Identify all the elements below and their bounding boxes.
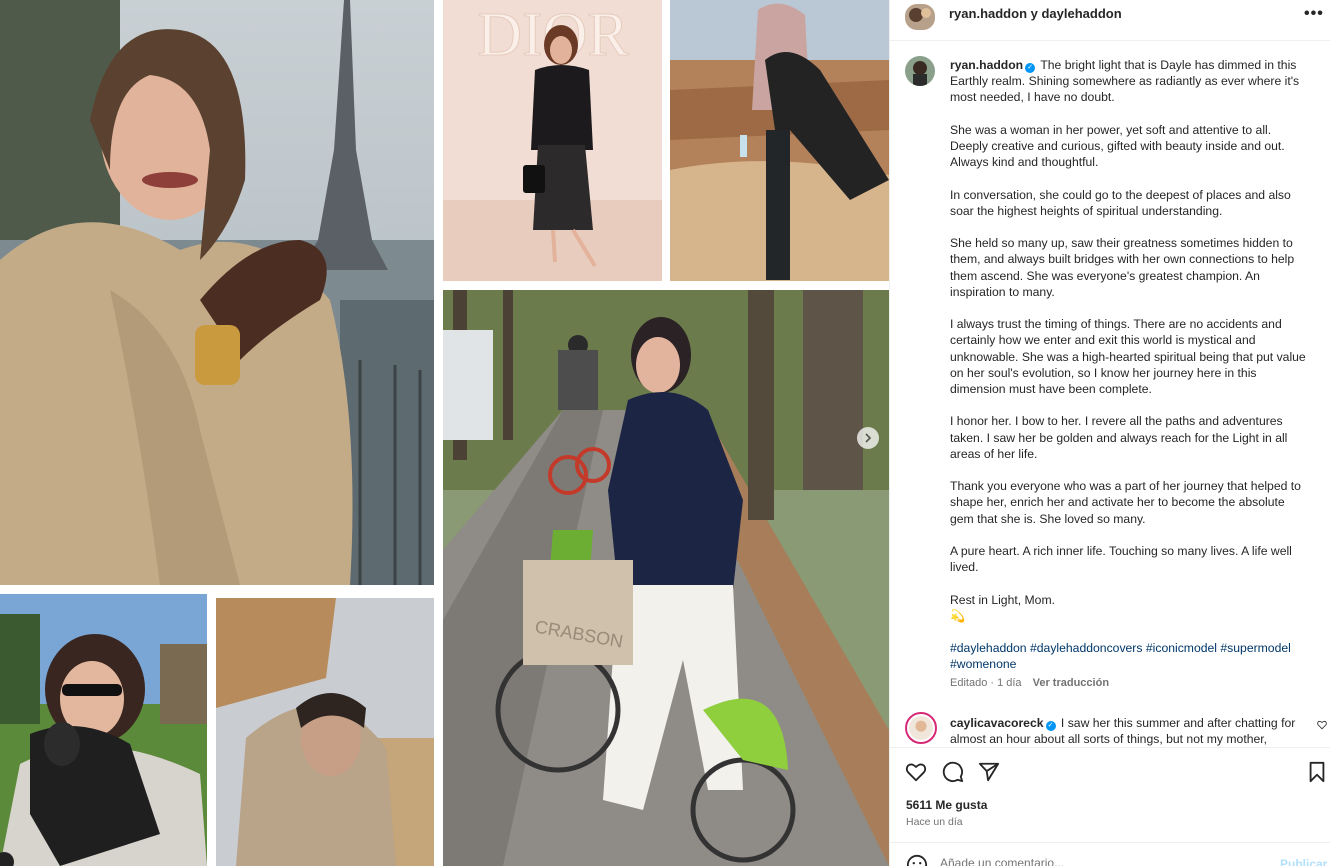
- more-options-icon[interactable]: •••: [1304, 5, 1324, 23]
- post-side-panel: ryan.haddon y daylehaddon ••• ryan.haddo…: [889, 0, 1330, 866]
- post-header: ryan.haddon y daylehaddon •••: [890, 0, 1330, 41]
- edited-timestamp: Editado · 1 día: [950, 677, 1022, 689]
- translate-link[interactable]: Ver traducción: [1033, 677, 1109, 689]
- verified-badge-icon: ✓: [1045, 721, 1056, 731]
- caption-avatar[interactable]: [905, 56, 935, 86]
- photo-desert-cliff: [670, 0, 889, 281]
- caption-meta: Editado · 1 día Ver traducción: [950, 677, 1109, 689]
- comment-username[interactable]: caylicavacoreck: [950, 716, 1044, 730]
- hashtag-link[interactable]: #supermodel: [1220, 641, 1290, 655]
- carousel-next-button[interactable]: [857, 427, 879, 449]
- comment-text: caylicavacoreck ✓ I saw her this summer a…: [950, 715, 1300, 747]
- publish-button[interactable]: Publicar: [1280, 857, 1327, 866]
- chevron-right-icon: [865, 433, 872, 443]
- hashtag-link[interactable]: #iconicmodel: [1146, 641, 1217, 655]
- emoji-smiley-icon[interactable]: [906, 854, 928, 866]
- save-bookmark-icon[interactable]: [1306, 761, 1328, 783]
- post-caption: ryan.haddon ✓ The bright light that is Da…: [890, 41, 1330, 703]
- caption-paragraph: Thank you everyone who was a part of her…: [950, 479, 1301, 526]
- comment-bubble-icon[interactable]: [942, 761, 964, 783]
- likes-count[interactable]: 5611 Me gusta: [906, 798, 987, 812]
- comment-like-heart-icon[interactable]: [1317, 720, 1327, 730]
- caption-paragraph: In conversation, she could go to the dee…: [950, 187, 1291, 218]
- photo-goat-portrait: [0, 594, 207, 866]
- header-avatar[interactable]: [905, 4, 935, 30]
- hashtag-link[interactable]: #daylehaddon: [950, 641, 1027, 655]
- post-actions-bar: [890, 747, 1330, 797]
- comment-avatar[interactable]: [905, 712, 937, 744]
- add-comment-input[interactable]: [940, 856, 1240, 866]
- sparkle-emoji: 💫: [950, 608, 966, 623]
- photo-bike-ride: CRABSON: [443, 290, 889, 866]
- instagram-post-viewer: DIOR: [0, 0, 1330, 866]
- photo-dior-event: DIOR: [443, 0, 662, 281]
- share-send-icon[interactable]: [978, 761, 1000, 783]
- caption-paragraph: She was a woman in her power, yet soft a…: [950, 122, 1285, 170]
- caption-paragraph: She held so many up, saw their greatness…: [950, 236, 1295, 299]
- photo-eiffel-tower-portrait: [0, 0, 434, 585]
- like-heart-icon[interactable]: [905, 761, 927, 783]
- hashtag-link[interactable]: #womenone: [950, 657, 1016, 671]
- post-timestamp: Hace un día: [906, 816, 963, 828]
- photo-sphinx-portrait: [216, 598, 434, 866]
- caption-paragraph: I always trust the timing of things. The…: [950, 317, 1306, 396]
- verified-badge-icon: ✓: [1025, 63, 1036, 73]
- comment-item: caylicavacoreck ✓ I saw her this summer a…: [890, 703, 1330, 747]
- hashtag-list: #daylehaddon #daylehaddoncovers #iconicm…: [950, 640, 1310, 672]
- add-comment-bar: Publicar: [890, 842, 1330, 866]
- caption-text: ryan.haddon ✓ The bright light that is Da…: [950, 57, 1310, 673]
- post-media-collage[interactable]: DIOR: [0, 0, 889, 866]
- caption-paragraph: Rest in Light, Mom.: [950, 592, 1055, 607]
- caption-paragraph: I honor her. I bow to her. I revere all …: [950, 414, 1288, 461]
- caption-username[interactable]: ryan.haddon: [950, 58, 1023, 72]
- caption-paragraph: ryan.haddon ✓ The bright light that is Da…: [950, 57, 1310, 106]
- header-usernames[interactable]: ryan.haddon y daylehaddon: [949, 6, 1122, 21]
- hashtag-link[interactable]: #daylehaddoncovers: [1030, 641, 1142, 655]
- caption-paragraph: A pure heart. A rich inner life. Touchin…: [950, 543, 1292, 575]
